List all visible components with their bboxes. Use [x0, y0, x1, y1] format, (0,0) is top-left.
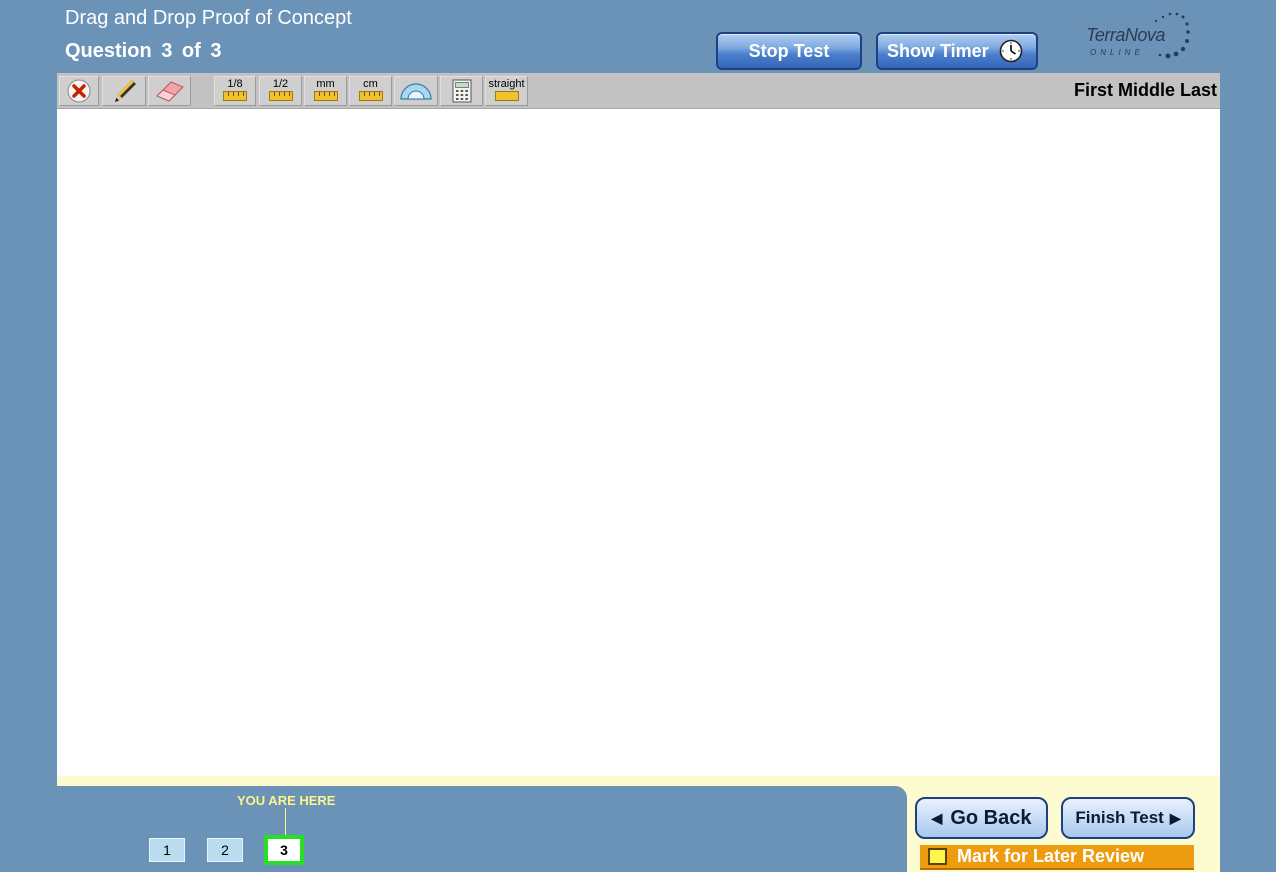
- you-are-here-label: YOU ARE HERE: [237, 793, 336, 808]
- toolbar: 1/8 1/2 mm cm straight First Middle Last: [57, 73, 1220, 109]
- ruler-icon: [223, 91, 247, 101]
- show-timer-label: Show Timer: [887, 40, 989, 61]
- logo-subtext: ONLINE: [1090, 48, 1144, 57]
- calculator-icon: [452, 79, 471, 103]
- ruler-mm-label: mm: [316, 78, 335, 90]
- stop-test-label: Stop Test: [748, 40, 830, 61]
- you-are-here-pointer: [285, 808, 286, 836]
- eraser-tool-button[interactable]: [148, 76, 191, 106]
- ruler-half-label: 1/2: [272, 78, 289, 90]
- mark-for-review-toggle[interactable]: Mark for Later Review: [920, 845, 1194, 870]
- logo-word: TerraNova: [1086, 25, 1165, 45]
- mark-review-label: Mark for Later Review: [957, 846, 1145, 866]
- go-back-label: Go Back: [950, 806, 1032, 829]
- question-2-button[interactable]: 2: [207, 838, 243, 862]
- terranova-logo: TerraNova ONLINE: [1084, 11, 1194, 63]
- straightedge-label: straight: [488, 78, 525, 90]
- ruler-eighth-label: 1/8: [227, 78, 243, 90]
- x-circle-icon: [67, 79, 91, 103]
- stop-test-button[interactable]: Stop Test: [716, 32, 862, 70]
- go-back-button[interactable]: ◀ Go Back: [915, 797, 1048, 839]
- protractor-tool-button[interactable]: [394, 76, 438, 106]
- question-content-area[interactable]: [57, 109, 1220, 777]
- ruler-icon: [358, 91, 383, 101]
- protractor-icon: [400, 83, 432, 100]
- straightedge-icon: [494, 91, 519, 101]
- ruler-cm-tool-button[interactable]: cm: [349, 76, 392, 106]
- arrow-right-icon: ▶: [1169, 809, 1181, 826]
- show-timer-button[interactable]: Show Timer: [876, 32, 1038, 70]
- ruler-icon: [313, 91, 338, 101]
- arrow-left-icon: ◀: [931, 809, 943, 826]
- question-3-button-current[interactable]: 3: [264, 835, 304, 865]
- eraser-icon: [155, 81, 184, 102]
- pencil-icon: [115, 80, 136, 102]
- student-name: First Middle Last: [1073, 80, 1217, 100]
- clock-icon: [999, 39, 1023, 63]
- question-counter: Question 3 of 3: [65, 40, 222, 62]
- finish-test-button[interactable]: Finish Test ▶: [1061, 797, 1195, 839]
- ruler-half-tool-button[interactable]: 1/2: [259, 76, 302, 106]
- close-tool-button[interactable]: [59, 76, 99, 106]
- question-1-button[interactable]: 1: [149, 838, 185, 862]
- ruler-icon: [268, 91, 293, 101]
- ruler-eighth-tool-button[interactable]: 1/8: [214, 76, 256, 106]
- straightedge-tool-button[interactable]: straight: [485, 76, 528, 106]
- finish-test-label: Finish Test: [1075, 808, 1164, 827]
- mark-checkbox[interactable]: [928, 848, 947, 865]
- calculator-tool-button[interactable]: [440, 76, 483, 106]
- ruler-mm-tool-button[interactable]: mm: [304, 76, 347, 106]
- pencil-tool-button[interactable]: [102, 76, 146, 106]
- test-title: Drag and Drop Proof of Concept: [65, 7, 352, 29]
- ruler-cm-label: cm: [363, 78, 378, 90]
